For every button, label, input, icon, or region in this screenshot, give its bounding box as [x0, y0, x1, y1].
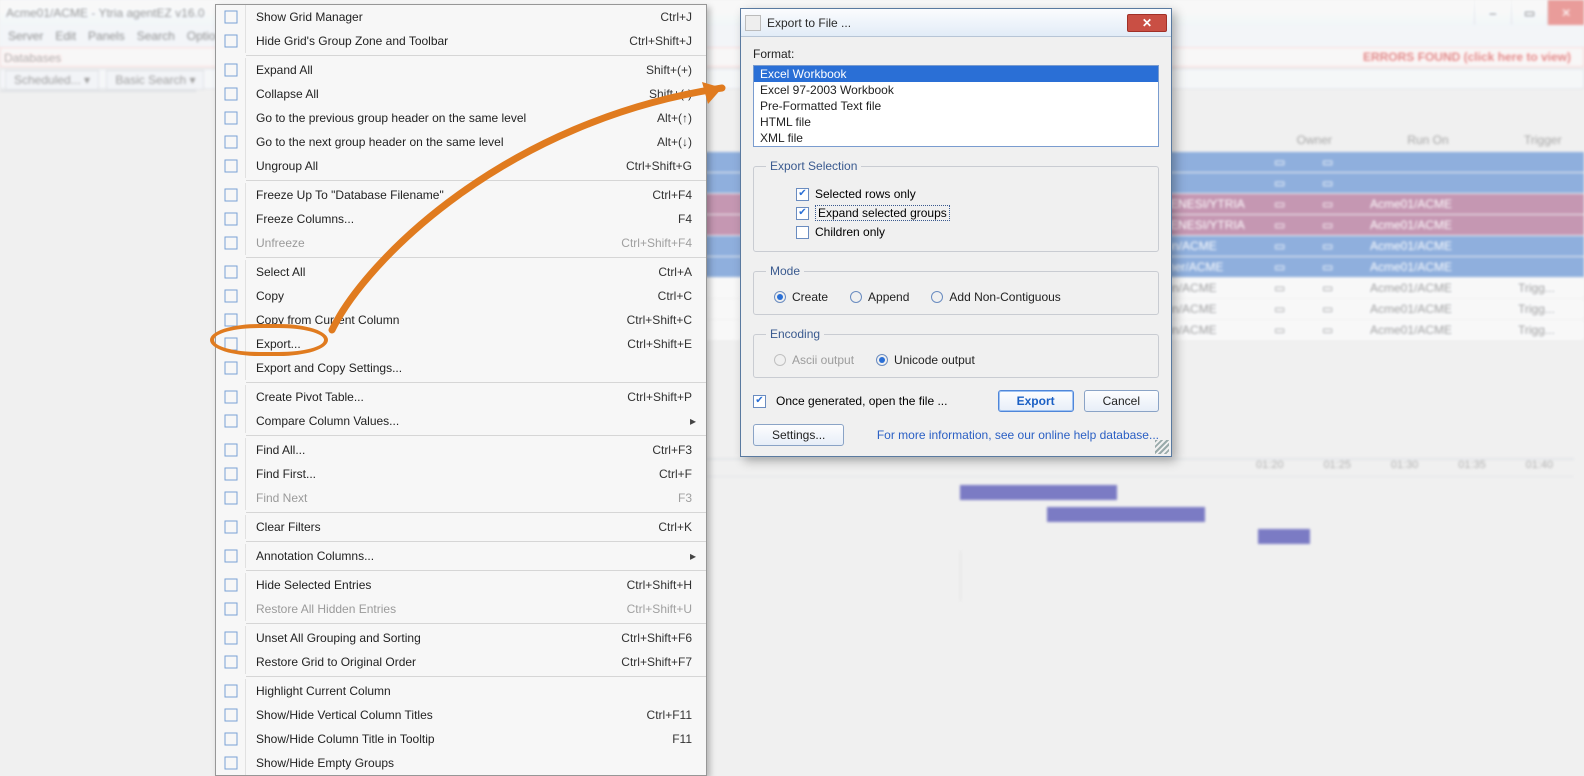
ctx-item[interactable]: Highlight Current Column: [216, 679, 706, 703]
ctx-item[interactable]: Expand AllShift+(+): [216, 58, 706, 82]
databases-panel-label: Databases: [4, 51, 61, 65]
ctx-item[interactable]: Show Grid ManagerCtrl+J: [216, 5, 706, 29]
window-controls: – ▭ ✕: [1474, 0, 1584, 25]
ctx-item: UnfreezeCtrl+Shift+F4: [216, 231, 706, 255]
ctx-item: Restore All Hidden EntriesCtrl+Shift+U: [216, 597, 706, 621]
ctx-item[interactable]: Ungroup AllCtrl+Shift+G: [216, 154, 706, 178]
help-link[interactable]: For more information, see our online hel…: [877, 428, 1159, 442]
resize-grip[interactable]: [1155, 440, 1169, 454]
expand-selected-groups-label: Expand selected groups: [815, 205, 950, 221]
ctx-item[interactable]: Show/Hide Empty Groups: [216, 751, 706, 775]
ctx-item[interactable]: Collapse AllShift+(-): [216, 82, 706, 106]
export-to-file-dialog: Export to File ... ✕ Format: Excel Workb…: [740, 8, 1172, 457]
ctx-item[interactable]: Annotation Columns...▸: [216, 544, 706, 568]
ctx-item[interactable]: CopyCtrl+C: [216, 284, 706, 308]
mode-append-radio[interactable]: [850, 291, 862, 303]
dialog-close-button[interactable]: ✕: [1127, 14, 1167, 32]
ctx-item[interactable]: Create Pivot Table...Ctrl+Shift+P: [216, 385, 706, 409]
mode-addnon-radio[interactable]: [931, 291, 943, 303]
ctx-item[interactable]: Hide Grid's Group Zone and ToolbarCtrl+S…: [216, 29, 706, 53]
format-option[interactable]: Pre-Formatted Text file: [754, 98, 1158, 114]
close-button[interactable]: ✕: [1547, 0, 1584, 25]
cancel-button[interactable]: Cancel: [1084, 390, 1159, 412]
ctx-item[interactable]: Show/Hide Vertical Column TitlesCtrl+F11: [216, 703, 706, 727]
grid-context-menu: Show Grid ManagerCtrl+JHide Grid's Group…: [215, 4, 707, 776]
menu-item[interactable]: Search: [137, 29, 175, 43]
ctx-item[interactable]: Clear FiltersCtrl+K: [216, 515, 706, 539]
expand-selected-groups-checkbox[interactable]: [796, 207, 809, 220]
dialog-titlebar[interactable]: Export to File ... ✕: [741, 9, 1171, 37]
ctx-item[interactable]: Restore Grid to Original OrderCtrl+Shift…: [216, 650, 706, 674]
ctx-item: Find NextF3: [216, 486, 706, 510]
col-owner: Owner: [1297, 133, 1332, 147]
dialog-title: Export to File ...: [767, 16, 1127, 30]
format-option[interactable]: XML file: [754, 130, 1158, 146]
menu-item[interactable]: Server: [8, 29, 43, 43]
format-option[interactable]: HTML file: [754, 114, 1158, 130]
databases-tree: ▸Acme01/ACME (89/2...)IDs (0/3)admin4 (0…: [0, 90, 196, 92]
ctx-item[interactable]: Go to the next group header on the same …: [216, 130, 706, 154]
ctx-item[interactable]: Freeze Up To "Database Filename"Ctrl+F4: [216, 183, 706, 207]
col-trigger: Trigger: [1524, 133, 1584, 147]
ctx-item[interactable]: Go to the previous group header on the s…: [216, 106, 706, 130]
ctx-item[interactable]: Freeze Columns...F4: [216, 207, 706, 231]
format-label: Format:: [753, 47, 1159, 61]
ctx-item[interactable]: Export...Ctrl+Shift+E: [216, 332, 706, 356]
ctx-item[interactable]: Compare Column Values...▸: [216, 409, 706, 433]
open-file-checkbox[interactable]: [753, 395, 766, 408]
format-listbox[interactable]: Excel WorkbookExcel 97-2003 WorkbookPre-…: [753, 65, 1159, 147]
format-option[interactable]: Excel Workbook: [754, 66, 1158, 82]
ctx-item[interactable]: Hide Selected EntriesCtrl+Shift+H: [216, 573, 706, 597]
ctx-item[interactable]: Copy from Current ColumnCtrl+Shift+C: [216, 308, 706, 332]
settings-button[interactable]: Settings...: [753, 424, 844, 446]
format-option[interactable]: Excel 97-2003 Workbook: [754, 82, 1158, 98]
encoding-ascii-radio: [774, 354, 786, 366]
ctx-item[interactable]: Find All...Ctrl+F3: [216, 438, 706, 462]
scheduled-dropdown[interactable]: Scheduled... ▾: [5, 70, 99, 90]
basic-search-dropdown[interactable]: Basic Search ▾: [106, 70, 204, 90]
mode-group: Mode Create Append Add Non-Contiguous: [753, 264, 1159, 315]
ctx-item[interactable]: Show/Hide Column Title in TooltipF11: [216, 727, 706, 751]
children-only-checkbox[interactable]: [796, 226, 809, 239]
menu-item[interactable]: Panels: [88, 29, 125, 43]
app-title: Acme01/ACME - Ytria agentEZ v16.0: [6, 6, 205, 20]
export-button[interactable]: Export: [998, 390, 1074, 412]
timeline-chart: 01:2001:2501:3001:3501:40 Apr 27, 2016: [696, 458, 1574, 460]
col-runon: Run On: [1338, 133, 1518, 147]
ctx-item[interactable]: Select AllCtrl+A: [216, 260, 706, 284]
ctx-item[interactable]: Unset All Grouping and SortingCtrl+Shift…: [216, 626, 706, 650]
minimize-button[interactable]: –: [1474, 0, 1511, 25]
selected-rows-checkbox[interactable]: [796, 188, 809, 201]
ctx-item[interactable]: Find First...Ctrl+F: [216, 462, 706, 486]
encoding-unicode-radio[interactable]: [876, 354, 888, 366]
export-icon: [745, 15, 761, 31]
mode-create-radio[interactable]: [774, 291, 786, 303]
ctx-item[interactable]: Export and Copy Settings...: [216, 356, 706, 380]
menu-item[interactable]: Edit: [55, 29, 76, 43]
encoding-group: Encoding Ascii output Unicode output: [753, 327, 1159, 378]
maximize-button[interactable]: ▭: [1511, 0, 1548, 25]
export-selection-group: Export Selection Selected rows only Expa…: [753, 159, 1159, 252]
